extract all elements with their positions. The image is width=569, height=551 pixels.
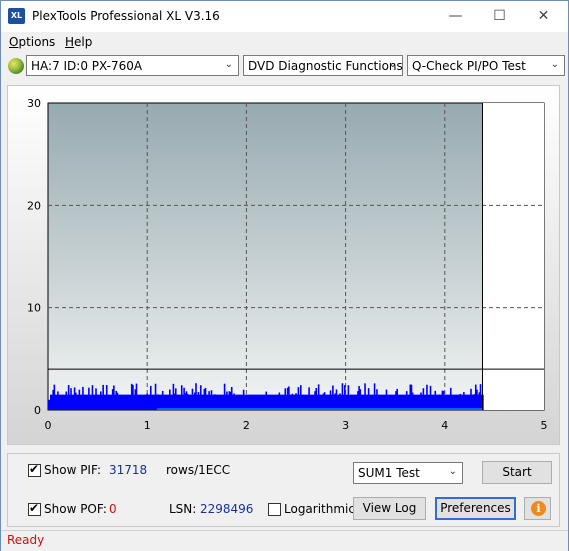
chevron-down-icon: ⌄ xyxy=(224,59,233,70)
show-pif-label: Show PIF: xyxy=(44,463,101,477)
pi-po-chart: 0 1 2 3 4 5 0 10 20 30 xyxy=(27,97,548,432)
test-select-value: Q-Check PI/PO Test xyxy=(412,59,526,73)
status-bar: Ready xyxy=(1,530,568,551)
window-title: PlexTools Professional XL V3.16 xyxy=(32,9,220,23)
x-tick-label: 3 xyxy=(342,419,349,432)
show-pof-checkbox[interactable]: ✔ xyxy=(28,501,41,516)
checkmark-icon: ✔ xyxy=(29,462,40,476)
show-pif-checkbox[interactable]: ✔ xyxy=(28,462,41,477)
title-bar: XL PlexTools Professional XL V3.16 — ☐ ✕ xyxy=(1,1,568,32)
maximize-icon[interactable]: ☐ xyxy=(477,1,522,31)
close-icon[interactable]: ✕ xyxy=(521,1,566,31)
checkmark-icon: ✔ xyxy=(29,501,40,515)
controls-panel: ✔ Show PIF: 31718 rows/1ECC ✔ Show POF: … xyxy=(7,453,560,527)
test-select[interactable]: Q-Check PI/PO Test ⌄ xyxy=(407,55,565,76)
logarithmic-checkbox[interactable] xyxy=(268,503,281,516)
x-tick-label: 2 xyxy=(243,419,250,432)
lsn-value: 2298496 xyxy=(200,502,254,516)
pif-value: 31718 xyxy=(109,463,148,477)
drive-status-icon xyxy=(8,58,24,74)
preferences-button[interactable]: Preferences xyxy=(435,497,516,520)
chevron-down-icon: ⌄ xyxy=(550,59,559,70)
start-button[interactable]: Start xyxy=(482,461,552,484)
minimize-icon[interactable]: — xyxy=(433,1,478,31)
menu-options[interactable]: Options xyxy=(9,35,55,49)
lsn-label: LSN: xyxy=(169,502,197,516)
y-tick-label: 20 xyxy=(27,199,41,212)
status-text: Ready xyxy=(7,533,45,547)
logarithmic-label: Logarithmic xyxy=(284,502,355,516)
app-window: XL PlexTools Professional XL V3.16 — ☐ ✕… xyxy=(0,0,569,551)
menu-help-rest: elp xyxy=(74,35,93,49)
y-tick-label: 30 xyxy=(27,97,41,110)
plot-area xyxy=(47,102,545,411)
sum-test-value: SUM1 Test xyxy=(358,466,420,480)
chevron-down-icon: ⌄ xyxy=(388,59,397,70)
menu-options-rest: ptions xyxy=(18,35,56,49)
toolbar: HA:7 ID:0 PX-760A ⌄ DVD Diagnostic Funct… xyxy=(1,53,568,80)
x-tick-label: 0 xyxy=(45,419,52,432)
plextools-logo-icon: XL xyxy=(8,8,25,24)
pif-unit: rows/1ECC xyxy=(166,463,231,477)
pof-value: 0 xyxy=(109,502,117,516)
x-tick-label: 5 xyxy=(541,419,548,432)
show-pof-label: Show POF: xyxy=(44,502,107,516)
function-select-value: DVD Diagnostic Functions xyxy=(248,59,403,73)
pi-base-band xyxy=(48,399,483,410)
x-tick-label: 1 xyxy=(144,419,151,432)
info-button[interactable]: i xyxy=(524,497,551,520)
x-tick-label: 4 xyxy=(441,419,448,432)
y-tick-label: 10 xyxy=(27,302,41,315)
info-icon: i xyxy=(531,501,546,516)
unscanned-region xyxy=(482,103,544,410)
y-tick-label: 0 xyxy=(34,404,41,417)
sum-test-select[interactable]: SUM1 Test ⌄ xyxy=(353,462,463,484)
function-select[interactable]: DVD Diagnostic Functions ⌄ xyxy=(243,55,403,76)
view-log-button[interactable]: View Log xyxy=(353,497,426,520)
menu-help-mnemonic: H xyxy=(65,35,75,49)
menu-help[interactable]: Help xyxy=(65,35,92,49)
chevron-down-icon: ⌄ xyxy=(448,466,457,477)
drive-select-value: HA:7 ID:0 PX-760A xyxy=(31,59,143,73)
drive-select[interactable]: HA:7 ID:0 PX-760A ⌄ xyxy=(26,55,239,76)
menu-bar: Options Help xyxy=(1,32,568,52)
chart-panel: 0 1 2 3 4 5 0 10 20 30 xyxy=(7,85,560,445)
